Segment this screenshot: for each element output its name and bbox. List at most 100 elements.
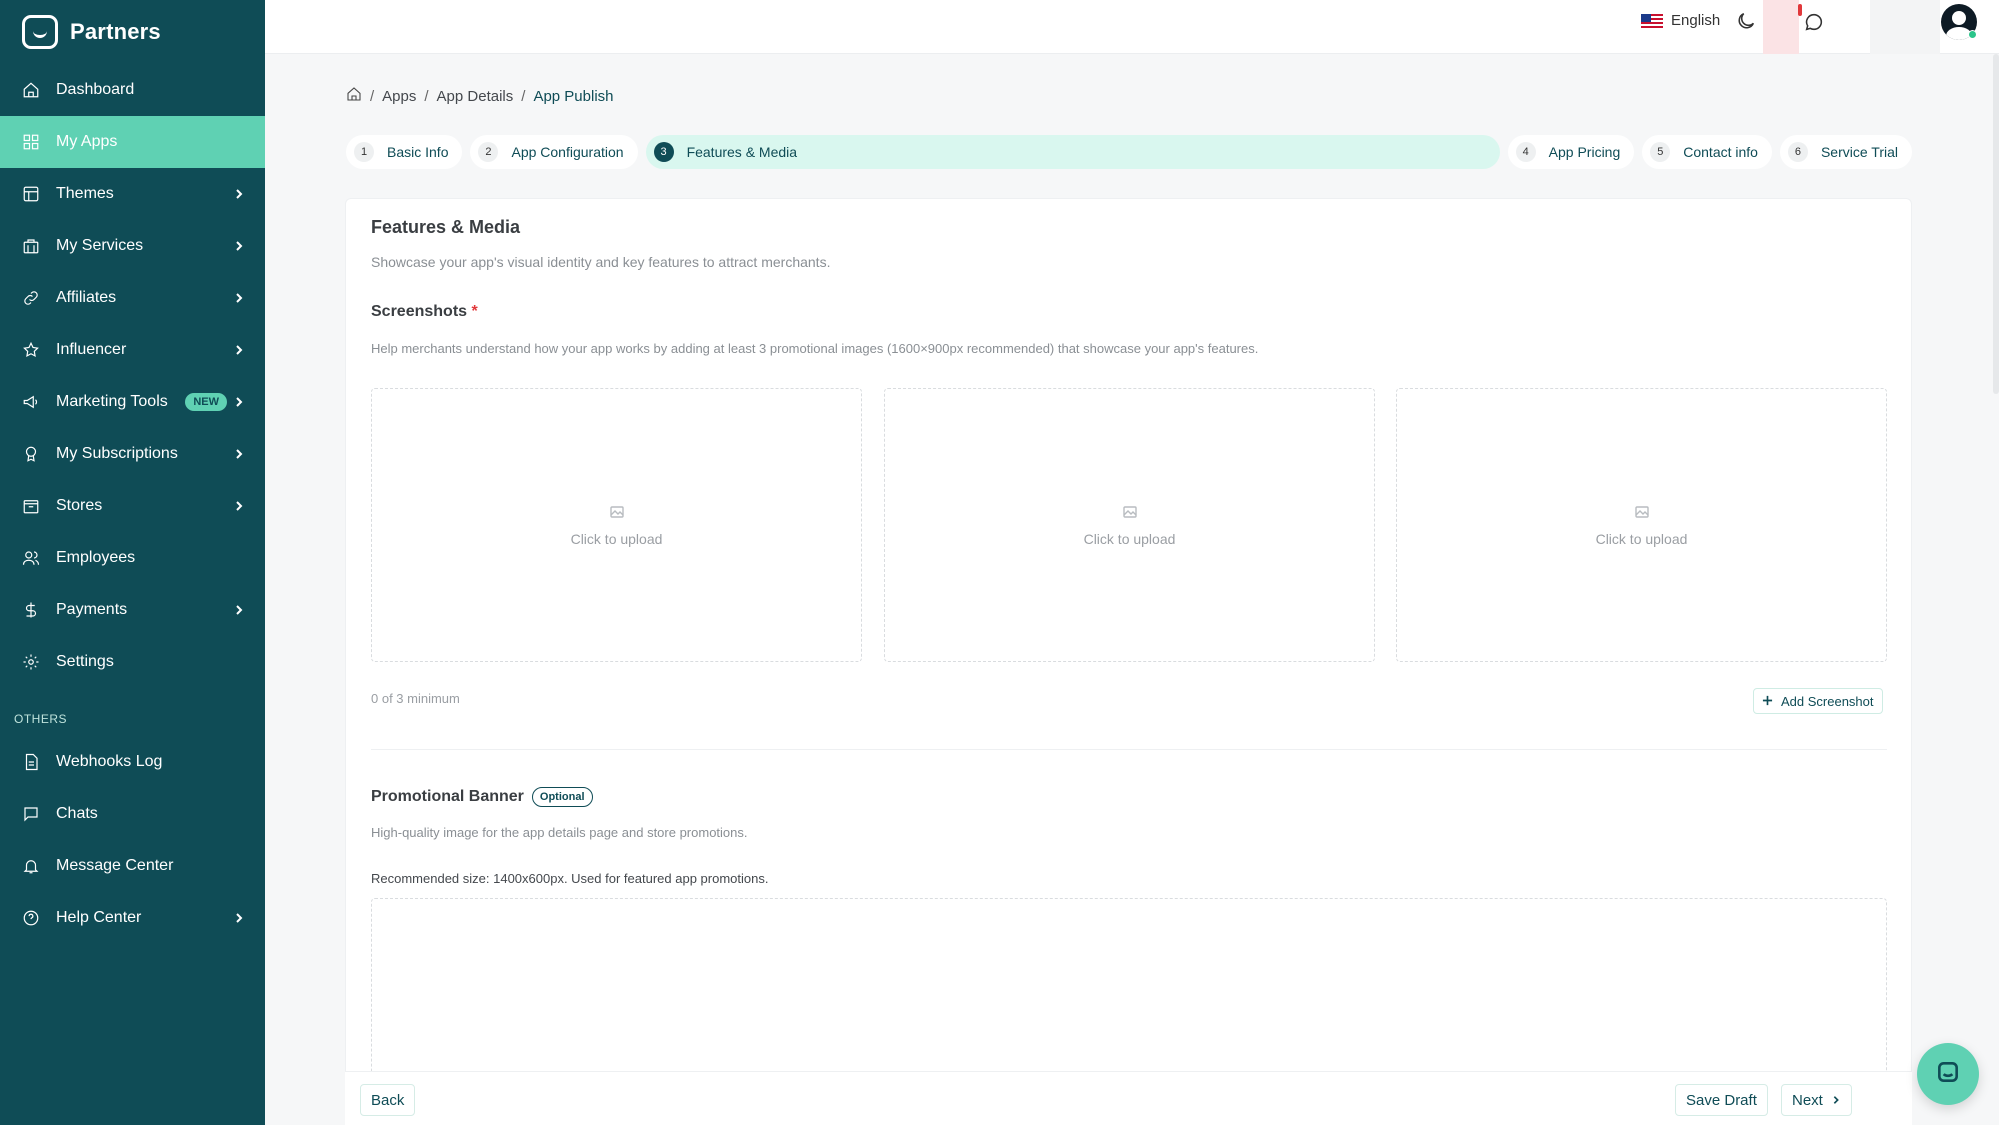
support-chat-button[interactable]	[1917, 1043, 1979, 1105]
image-upload-icon	[609, 504, 625, 523]
sidebar-item-label: My Apps	[56, 133, 118, 150]
form-footer: Back Save Draft Next	[345, 1071, 1912, 1125]
chevron-right-icon	[233, 912, 245, 924]
star-icon	[22, 341, 40, 359]
step-contact-info[interactable]: 5 Contact info	[1642, 135, 1772, 169]
chevron-right-icon	[1831, 1092, 1841, 1109]
sidebar-item-themes[interactable]: Themes	[0, 168, 265, 220]
sidebar-item-message-center[interactable]: Message Center	[0, 840, 265, 892]
topbar-spacer	[1870, 0, 1940, 54]
sidebar-item-label: My Services	[56, 237, 144, 254]
chat-icon	[22, 805, 40, 823]
page-scrollbar[interactable]	[1993, 54, 1999, 394]
screenshot-upload-1[interactable]: Click to upload	[371, 388, 862, 662]
sidebar-item-my-apps[interactable]: My Apps	[0, 116, 265, 168]
breadcrumb-app-details[interactable]: App Details	[437, 88, 514, 105]
promo-banner-title: Promotional Banner Optional	[371, 787, 593, 807]
sidebar-item-payments[interactable]: Payments	[0, 584, 265, 636]
step-basic-info[interactable]: 1 Basic Info	[346, 135, 463, 169]
notification-highlight	[1763, 0, 1799, 54]
breadcrumb-apps[interactable]: Apps	[382, 88, 416, 105]
sidebar-item-label: Marketing Tools	[56, 393, 168, 410]
brand[interactable]: Partners	[0, 0, 265, 64]
section-description: Showcase your app's visual identity and …	[371, 254, 831, 270]
sidebar-item-webhooks-log[interactable]: Webhooks Log	[0, 736, 265, 788]
image-upload-icon	[1122, 504, 1138, 523]
us-flag-icon	[1641, 13, 1663, 28]
sidebar-item-marketing-tools[interactable]: Marketing Tools NEW	[0, 376, 265, 428]
step-number: 1	[354, 142, 374, 162]
dark-mode-toggle-icon[interactable]	[1735, 10, 1757, 32]
chevron-right-icon	[233, 344, 245, 356]
step-label: Features & Media	[686, 144, 798, 160]
sidebar-item-help-center[interactable]: Help Center	[0, 892, 265, 944]
next-button[interactable]: Next	[1781, 1084, 1852, 1116]
breadcrumb-current: App Publish	[533, 87, 614, 105]
breadcrumb: / Apps / App Details / App Publish	[346, 86, 614, 106]
step-label: Basic Info	[387, 144, 449, 160]
step-app-configuration[interactable]: 2 App Configuration	[470, 135, 638, 169]
language-selector[interactable]: English	[1641, 12, 1720, 29]
language-label: English	[1671, 12, 1721, 29]
sidebar-item-label: Employees	[56, 549, 136, 566]
screenshot-upload-2[interactable]: Click to upload	[884, 388, 1375, 662]
section-title: Features & Media	[371, 217, 521, 237]
online-status-dot	[1968, 30, 1977, 39]
screenshot-upload-3[interactable]: Click to upload	[1396, 388, 1887, 662]
sidebar-item-settings[interactable]: Settings	[0, 636, 265, 688]
publish-stepper: 1 Basic Info 2 App Configuration 3 Featu…	[346, 135, 1912, 169]
sidebar-item-stores[interactable]: Stores	[0, 480, 265, 532]
sidebar-item-chats[interactable]: Chats	[0, 788, 265, 840]
add-screenshot-button[interactable]: Add Screenshot	[1753, 688, 1883, 714]
add-screenshot-label: Add Screenshot	[1781, 693, 1874, 709]
grid-icon	[22, 133, 40, 151]
sidebar-others-nav: Webhooks Log Chats Message Center Help C…	[0, 736, 265, 944]
briefcase-icon	[22, 237, 40, 255]
sidebar-item-label: Help Center	[56, 909, 142, 926]
sidebar-item-label: Webhooks Log	[56, 753, 163, 770]
sidebar-item-label: Influencer	[56, 341, 127, 358]
step-label: App Configuration	[511, 144, 624, 160]
sidebar-item-label: Settings	[56, 653, 114, 670]
sidebar-item-affiliates[interactable]: Affiliates	[0, 272, 265, 324]
sidebar-item-label: Message Center	[56, 857, 174, 874]
chevron-right-icon	[233, 292, 245, 304]
chevron-right-icon	[233, 396, 245, 408]
screenshot-counter: 0 of 3 minimum	[371, 691, 460, 706]
screenshots-title: Screenshots *	[371, 303, 478, 320]
sidebar-item-dashboard[interactable]: Dashboard	[0, 64, 265, 116]
chevron-right-icon	[233, 500, 245, 512]
features-media-card: Features & Media Showcase your app's vis…	[345, 198, 1912, 1125]
step-features-media[interactable]: 3 Features & Media	[645, 135, 1500, 169]
step-number: 2	[478, 142, 499, 162]
save-draft-button[interactable]: Save Draft	[1675, 1084, 1768, 1116]
back-button[interactable]: Back	[360, 1084, 416, 1116]
step-service-trial[interactable]: 6 Service Trial	[1779, 135, 1912, 169]
chevron-right-icon	[233, 240, 245, 252]
sidebar-item-my-subscriptions[interactable]: My Subscriptions	[0, 428, 265, 480]
home-icon[interactable]	[346, 86, 362, 106]
sidebar-item-label: Payments	[56, 601, 128, 618]
step-label: Service Trial	[1820, 144, 1898, 160]
step-number: 6	[1787, 142, 1808, 162]
chevron-right-icon	[233, 188, 245, 200]
sidebar-item-my-services[interactable]: My Services	[0, 220, 265, 272]
chevron-right-icon	[233, 448, 245, 460]
sidebar-item-influencer[interactable]: Influencer	[0, 324, 265, 376]
step-number: 5	[1650, 142, 1671, 162]
sidebar-item-label: Affiliates	[56, 289, 117, 306]
image-upload-icon	[1634, 504, 1650, 523]
new-badge: NEW	[185, 393, 227, 411]
sidebar-item-label: Chats	[56, 805, 98, 822]
chevron-right-icon	[233, 604, 245, 616]
messages-icon[interactable]	[1803, 11, 1825, 33]
step-app-pricing[interactable]: 4 App Pricing	[1507, 135, 1635, 169]
help-icon	[22, 909, 40, 927]
plus-icon	[1762, 694, 1773, 709]
sidebar-item-label: My Subscriptions	[56, 445, 178, 462]
optional-badge: Optional	[531, 787, 593, 807]
section-divider	[371, 749, 1887, 750]
next-label: Next	[1792, 1091, 1823, 1109]
sidebar-item-employees[interactable]: Employees	[0, 532, 265, 584]
chat-bubble-icon	[1935, 1059, 1961, 1090]
